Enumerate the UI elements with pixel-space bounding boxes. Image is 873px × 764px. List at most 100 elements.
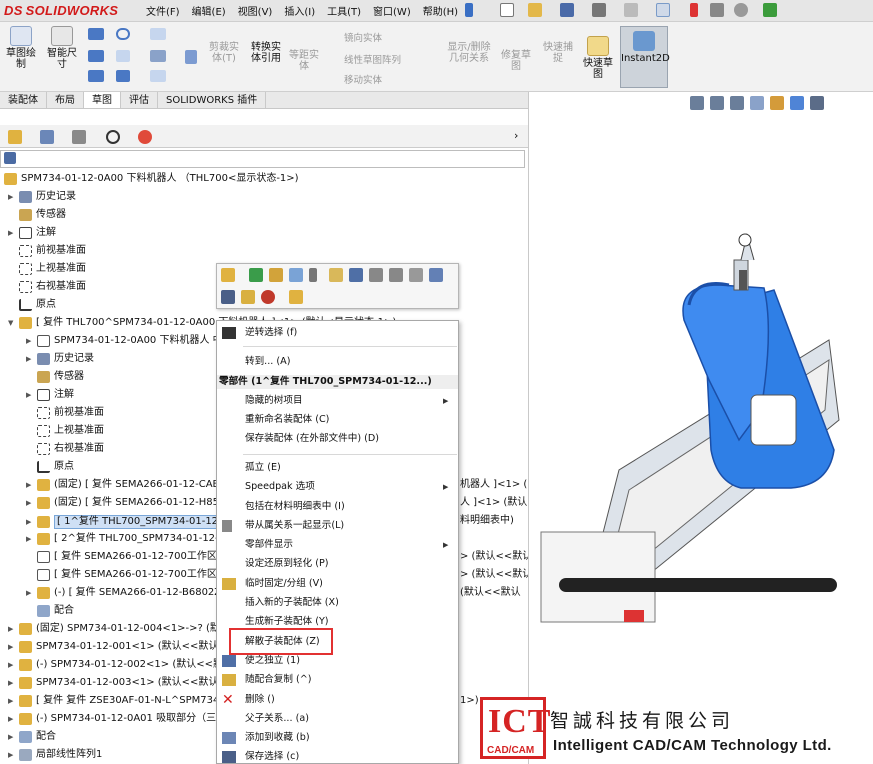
menu-help[interactable]: 帮助(H): [423, 3, 458, 18]
tree-item[interactable]: ▶ 配合: [8, 731, 56, 743]
hide-component-icon[interactable]: [329, 268, 343, 282]
repair-sketch-button[interactable]: 修复草 图: [498, 50, 534, 72]
mirror-entities-button[interactable]: 镜向实体: [344, 30, 382, 44]
zoom-to-selection-icon[interactable]: [221, 290, 235, 304]
quick-snap-button[interactable]: 快速捕 捉: [540, 42, 576, 64]
undo-icon[interactable]: [624, 3, 638, 17]
tree-item[interactable]: 前视基准面: [8, 245, 86, 257]
tree-item[interactable]: 前视基准面: [26, 407, 104, 419]
polygon-icon[interactable]: [116, 70, 130, 82]
link-icon[interactable]: [409, 268, 423, 282]
dynamic-annotation-icon[interactable]: [770, 96, 784, 110]
arc-icon[interactable]: [116, 50, 130, 62]
edit-component-icon[interactable]: [249, 268, 263, 282]
tree-item[interactable]: 配合: [26, 605, 74, 617]
tab-layout[interactable]: 布局: [47, 92, 84, 108]
select-pointer-icon[interactable]: [656, 3, 670, 17]
expand-arrow-icon[interactable]: ▶: [8, 227, 16, 239]
instant2d-button[interactable]: Instant2D: [620, 26, 670, 88]
sort-icon[interactable]: [349, 268, 363, 282]
show-relations-button[interactable]: 显示/删除 几何关系: [442, 42, 496, 64]
tree-item[interactable]: [ 复件 SEMA266-01-12-700工作区块: [26, 551, 227, 563]
zoom-to-area-icon[interactable]: [710, 96, 724, 110]
tab-sketch[interactable]: 草图: [84, 92, 121, 108]
print-icon[interactable]: [592, 3, 606, 17]
menu-window[interactable]: 窗口(W): [373, 3, 411, 18]
menu-view[interactable]: 视图(V): [238, 3, 273, 18]
menu-edit[interactable]: 编辑(E): [192, 3, 226, 18]
tree-item[interactable]: ▶[ 复件 复件 ZSE30AF-01-N-L^SPM734-: [8, 695, 223, 707]
tree-item[interactable]: 右视基准面: [26, 443, 104, 455]
tree-item[interactable]: 原点: [26, 461, 74, 473]
linear-pattern-button[interactable]: 线性草图阵列: [344, 52, 401, 66]
bom-icon[interactable]: [429, 268, 443, 282]
menu-file[interactable]: 文件(F): [146, 3, 180, 18]
tree-item[interactable]: ▶ (-) SPM734-01-12-002<1> (默认<<默: [8, 659, 223, 671]
tree-item[interactable]: 原点: [8, 299, 56, 311]
tree-item[interactable]: ▶ (-) SPM734-01-12-0A01 吸取部分（三: [8, 713, 216, 725]
tree-filter[interactable]: [0, 150, 525, 168]
property-manager-tab-icon[interactable]: [40, 130, 54, 144]
graphics-area[interactable]: [529, 110, 873, 764]
pin-icon[interactable]: [465, 3, 473, 17]
chevron-right-icon[interactable]: ›: [514, 129, 518, 142]
menu-tools[interactable]: 工具(T): [327, 3, 361, 18]
convert-entities-button[interactable]: 转换实 体引用: [246, 42, 286, 64]
section-view-icon[interactable]: [750, 96, 764, 110]
tree-item[interactable]: 上视基准面: [8, 263, 86, 275]
offset-button[interactable]: 等距实 体: [286, 50, 322, 72]
view-orientation-icon[interactable]: [790, 96, 804, 110]
open-assembly-icon[interactable]: [221, 268, 235, 282]
collapse-arrow-icon[interactable]: ▼: [8, 317, 16, 329]
open-file-icon[interactable]: [528, 3, 542, 17]
isolate-icon[interactable]: [241, 290, 255, 304]
previous-view-icon[interactable]: [730, 96, 744, 110]
tab-addins[interactable]: SOLIDWORKS 插件: [158, 92, 267, 108]
tree-item[interactable]: ▶ SPM734-01-12-001<1> (默认<<默认: [8, 641, 218, 653]
attach-icon[interactable]: [389, 268, 403, 282]
display-manager-tab-icon[interactable]: [138, 130, 152, 144]
save-icon[interactable]: [560, 3, 574, 17]
expand-arrow-icon[interactable]: ▶: [8, 191, 16, 203]
tree-item[interactable]: ▶ 历史记录: [26, 353, 94, 365]
tree-item[interactable]: ▶ 局部线性阵列1: [8, 749, 102, 761]
menu-insert[interactable]: 插入(I): [284, 3, 315, 18]
rectangle-icon[interactable]: [88, 50, 104, 62]
tree-item[interactable]: ▶ SPM734-01-12-0A00 下料机器人 中: [26, 335, 223, 347]
tab-assembly[interactable]: 装配体: [0, 92, 47, 108]
tree-item[interactable]: ▶ (固定) [ 复件 SEMA266-01-12-H85: [26, 497, 219, 509]
appearance-icon[interactable]: [261, 290, 275, 304]
configuration-icon[interactable]: [269, 268, 283, 282]
fillet-icon[interactable]: [150, 50, 166, 62]
circle-icon[interactable]: [116, 28, 130, 40]
tree-item[interactable]: ▶ SPM734-01-12-003<1> (默认<<默认: [8, 677, 218, 689]
tree-item[interactable]: ▶ 注解: [26, 389, 74, 401]
tree-item[interactable]: 右视基准面: [8, 281, 86, 293]
suppress-icon[interactable]: [309, 268, 317, 282]
spline-icon[interactable]: [150, 28, 166, 40]
make-virtual-icon[interactable]: [289, 268, 303, 282]
rapid-sketch-button[interactable]: 快速草 图: [580, 36, 616, 80]
tree-item[interactable]: ▶ (固定) [ 复件 SEMA266-01-12-CAB: [26, 479, 219, 491]
filter-icon[interactable]: [4, 152, 16, 164]
tab-evaluate[interactable]: 评估: [121, 92, 158, 108]
line-icon[interactable]: [88, 28, 104, 40]
tree-item[interactable]: ▶ (-) [ 复件 SEMA266-01-12-B6802Z: [26, 587, 221, 599]
trim-button[interactable]: 剪裁实 体(T): [204, 42, 244, 64]
tree-item[interactable]: ▶[ 2^复件 THL700_SPM734-01-12-0: [26, 533, 225, 545]
new-file-icon[interactable]: [500, 3, 514, 17]
tree-item[interactable]: 传感器: [8, 209, 66, 221]
tree-item[interactable]: ▶ 历史记录: [8, 191, 76, 203]
smart-dimension-button[interactable]: 智能尺 寸: [42, 26, 82, 70]
move-entities-button[interactable]: 移动实体: [344, 72, 382, 86]
feature-tree-tab-icon[interactable]: [8, 130, 22, 144]
configuration-manager-tab-icon[interactable]: [72, 130, 86, 144]
dimxpert-tab-icon[interactable]: [106, 130, 120, 144]
tree-root[interactable]: SPM734-01-12-0A00 下料机器人 （THL700<显示状态-1>): [4, 173, 299, 185]
file-properties-icon[interactable]: [710, 3, 724, 17]
plane-icon[interactable]: [150, 70, 166, 82]
properties-icon[interactable]: [369, 268, 383, 282]
tree-item[interactable]: 上视基准面: [26, 425, 104, 437]
tree-item[interactable]: ▶ (固定) SPM734-01-12-004<1>->? (默认: [8, 623, 230, 635]
tree-item-selected[interactable]: ▶[ 1^复件 THL700_SPM734-01-12-0: [26, 515, 232, 529]
